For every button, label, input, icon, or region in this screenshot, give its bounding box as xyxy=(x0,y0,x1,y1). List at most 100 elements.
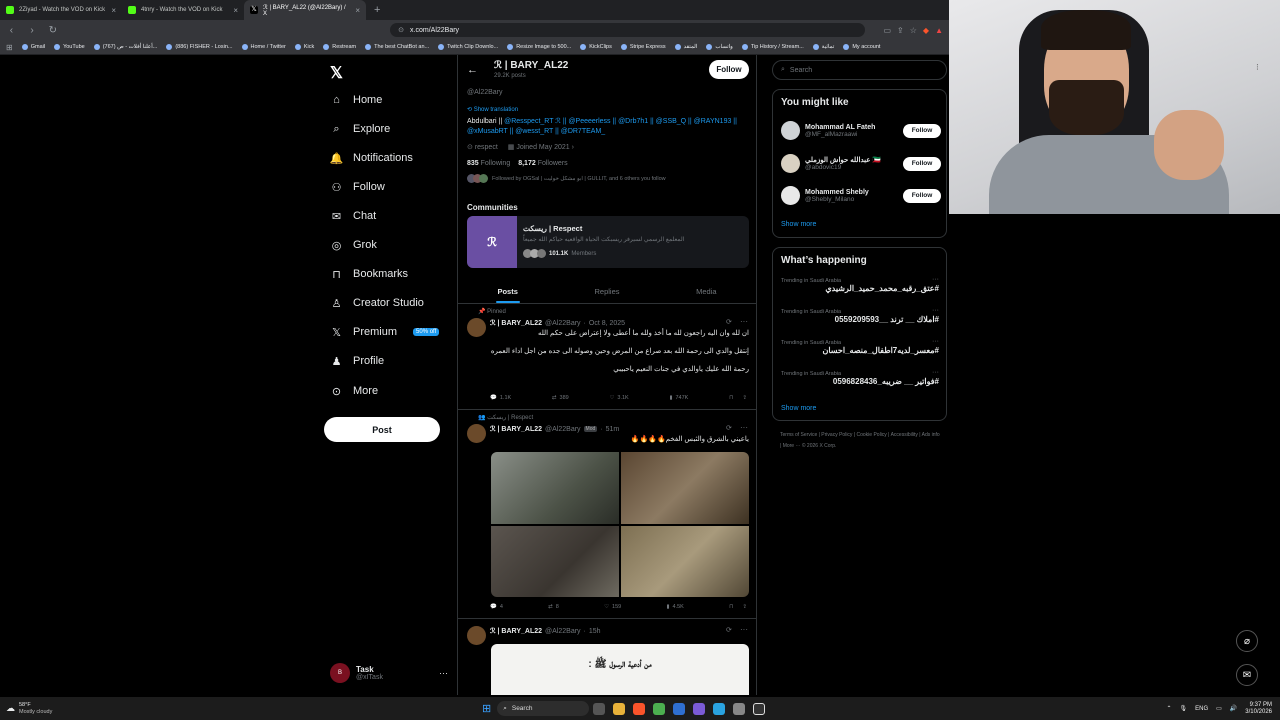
new-tab-button[interactable]: + xyxy=(366,0,388,20)
reply-button[interactable]: 💬 4 xyxy=(490,604,503,610)
bookmark-item[interactable]: Stripe Express xyxy=(620,44,666,50)
telegram-icon[interactable] xyxy=(713,702,726,715)
brave-icon[interactable] xyxy=(633,702,646,715)
share-icon[interactable]: ⇪ xyxy=(742,604,747,610)
like-button[interactable]: ♡ 3.1K xyxy=(609,395,628,401)
bookmark-item[interactable]: Kick xyxy=(294,44,314,50)
trend-item[interactable]: Trending in Saudi Arabia #املاك __ ترند _… xyxy=(781,307,939,324)
views-button[interactable]: ▮ 747K xyxy=(669,395,688,401)
trend-item[interactable]: Trending in Saudi Arabia #عتق_رقبه_محمد_ح… xyxy=(781,276,939,293)
nav-item-creator-studio[interactable]: ♙ Creator Studio xyxy=(330,292,424,314)
nav-item-chat[interactable]: ✉ Chat xyxy=(330,205,376,227)
bookmark-item[interactable]: Tip History / Stream... xyxy=(741,44,804,50)
clock[interactable]: 9:37 PM 3/10/2026 xyxy=(1245,702,1272,716)
show-translation-link[interactable]: ⟲ Show translation xyxy=(467,106,518,113)
file-explorer-icon[interactable] xyxy=(613,702,626,715)
account-switcher[interactable]: B Task @xITask ··· xyxy=(330,660,448,686)
tweet-media-grid[interactable] xyxy=(491,452,749,597)
retweet-button[interactable]: ⇄ 8 xyxy=(548,604,559,610)
browser-tab[interactable]: 2Ziyad - Watch the VOD on Kick × xyxy=(0,0,122,20)
nav-item-profile[interactable]: ♟ Profile xyxy=(330,350,385,372)
nav-item-explore[interactable]: ⌕ Explore xyxy=(330,118,390,140)
more-dots-icon[interactable]: ··· xyxy=(740,625,748,634)
avatar[interactable] xyxy=(467,626,486,645)
bookmark-item[interactable]: YouTube xyxy=(54,44,85,50)
back-icon[interactable]: ‹ xyxy=(6,25,17,36)
mic-icon[interactable]: 🎙 xyxy=(1180,705,1188,712)
avatar[interactable] xyxy=(467,318,486,337)
task-view-icon[interactable] xyxy=(593,702,606,715)
share-icon[interactable]: ⇪ xyxy=(742,395,747,401)
messages-icon[interactable]: ✉ xyxy=(1236,664,1258,686)
menu-dots-icon[interactable]: ⁝ xyxy=(1256,62,1259,73)
site-info-icon[interactable]: ⊙ xyxy=(398,26,404,34)
media-image[interactable] xyxy=(491,452,619,524)
bookmark-item[interactable]: Gmail xyxy=(21,44,45,50)
taskbar-search[interactable]: ⌕ Search xyxy=(497,701,590,716)
nav-item-follow[interactable]: ⚇ Follow xyxy=(330,176,385,198)
nav-item-bookmarks[interactable]: ⊓ Bookmarks xyxy=(330,263,408,285)
browser-tab-active[interactable]: 𝕏ℛ | BARY_AL22 (@Al22Bary) / X × xyxy=(244,0,366,20)
more-dots-icon[interactable]: ··· xyxy=(740,317,748,326)
tweet[interactable]: 👥 ريسكت | Respect ℛ | BARY_AL22 @Al22Bary… xyxy=(458,411,756,619)
more-dots-icon[interactable]: ··· xyxy=(740,423,748,432)
footer-links[interactable]: Terms of Service | Privacy Policy | Cook… xyxy=(780,430,940,452)
close-icon[interactable]: × xyxy=(355,6,360,15)
chevron-up-icon[interactable]: ⌃ xyxy=(1166,705,1171,712)
cast-icon[interactable]: ▭ xyxy=(883,26,891,35)
trend-item[interactable]: Trending in Saudi Arabia #فواتير __ ضريبه… xyxy=(781,369,939,386)
show-more-link[interactable]: Show more xyxy=(781,221,816,228)
tweet[interactable]: ℛ | BARY_AL22 @Al22Bary · 15h ⟳ ··· من أدعي… xyxy=(458,620,756,695)
more-dots-icon[interactable]: ··· xyxy=(932,276,939,283)
more-dots-icon[interactable]: ··· xyxy=(932,369,939,376)
avatar[interactable] xyxy=(467,424,486,443)
browser-tab[interactable]: 4tnry - Watch the VOD on Kick × xyxy=(122,0,244,20)
close-icon[interactable]: × xyxy=(233,6,238,15)
media-image[interactable] xyxy=(621,452,749,524)
bookmark-item[interactable]: Home / Twitter xyxy=(241,44,286,50)
media-image[interactable]: من أدعية الرسول ﷺ : xyxy=(491,644,749,695)
language-indicator[interactable]: ENG xyxy=(1195,706,1208,712)
retweet-button[interactable]: ⇄ 389 xyxy=(552,395,569,401)
volume-icon[interactable]: 🔊 xyxy=(1230,705,1237,712)
bookmark-item[interactable]: Resize Image to 500... xyxy=(507,44,571,50)
bookmark-star-icon[interactable]: ☆ xyxy=(910,26,917,35)
nav-item-more[interactable]: ⊙ More xyxy=(330,380,378,402)
media-image[interactable] xyxy=(491,525,619,597)
bookmark-item[interactable]: (886) FISHER - Losin... xyxy=(166,44,233,50)
brave-shield-icon[interactable]: ◆ xyxy=(923,26,929,35)
suggested-user[interactable]: عبدالله حواش الوزملي 🇰🇼 @abdovic19 Follow xyxy=(781,154,941,173)
grok-icon[interactable]: ⟳ xyxy=(726,424,732,432)
nav-item-home[interactable]: ⌂ Home xyxy=(330,89,382,111)
nav-item-notifications[interactable]: 🔔 Notifications xyxy=(330,147,413,169)
more-dots-icon[interactable]: ··· xyxy=(932,307,939,314)
windows-start-icon[interactable]: ⊞ xyxy=(482,702,491,715)
x-logo-icon[interactable]: 𝕏 xyxy=(330,63,343,83)
suggested-user[interactable]: Mohammed Shebly @Shebly_Milano Follow xyxy=(781,186,941,205)
bookmark-item[interactable]: واتساب xyxy=(706,44,733,50)
app-icon[interactable] xyxy=(673,702,686,715)
search-input[interactable]: ⌕ Search xyxy=(772,60,947,80)
follow-button[interactable]: Follow xyxy=(903,123,941,138)
bookmark-item[interactable]: My account xyxy=(843,44,880,50)
bookmark-item[interactable]: The best ChatBot an... xyxy=(365,44,429,50)
app-icon[interactable] xyxy=(733,702,746,715)
bookmark-item[interactable]: Restream xyxy=(323,44,356,50)
obs-icon[interactable] xyxy=(753,702,766,715)
follow-button[interactable]: Follow xyxy=(903,188,941,203)
share-icon[interactable]: ⇪ xyxy=(897,26,904,35)
bookmark-item[interactable]: KickClips xyxy=(580,44,612,50)
weather-widget[interactable]: ☁ 58°F Mostly cloudy xyxy=(6,702,126,716)
bookmark-item[interactable]: (767) أعلنا أفلات - ص... xyxy=(93,44,157,50)
nav-item-premium[interactable]: 𝕏 Premium 50% off xyxy=(330,321,440,343)
apps-icon[interactable]: ⊞ xyxy=(6,43,13,52)
grok-icon[interactable]: ⟳ xyxy=(726,318,732,326)
community-card[interactable]: ℛ ريسكت | Respect المعلمع الرسمي لسيرفر … xyxy=(467,216,749,268)
bookmark-icon[interactable]: ⊓ xyxy=(729,395,733,401)
discord-icon[interactable] xyxy=(693,702,706,715)
views-button[interactable]: ▮ 4.5K xyxy=(666,604,683,610)
chrome-icon[interactable] xyxy=(653,702,666,715)
back-arrow-icon[interactable]: ← xyxy=(467,64,478,76)
media-image[interactable] xyxy=(621,525,749,597)
grok-icon[interactable]: ⌀ xyxy=(1236,630,1258,652)
